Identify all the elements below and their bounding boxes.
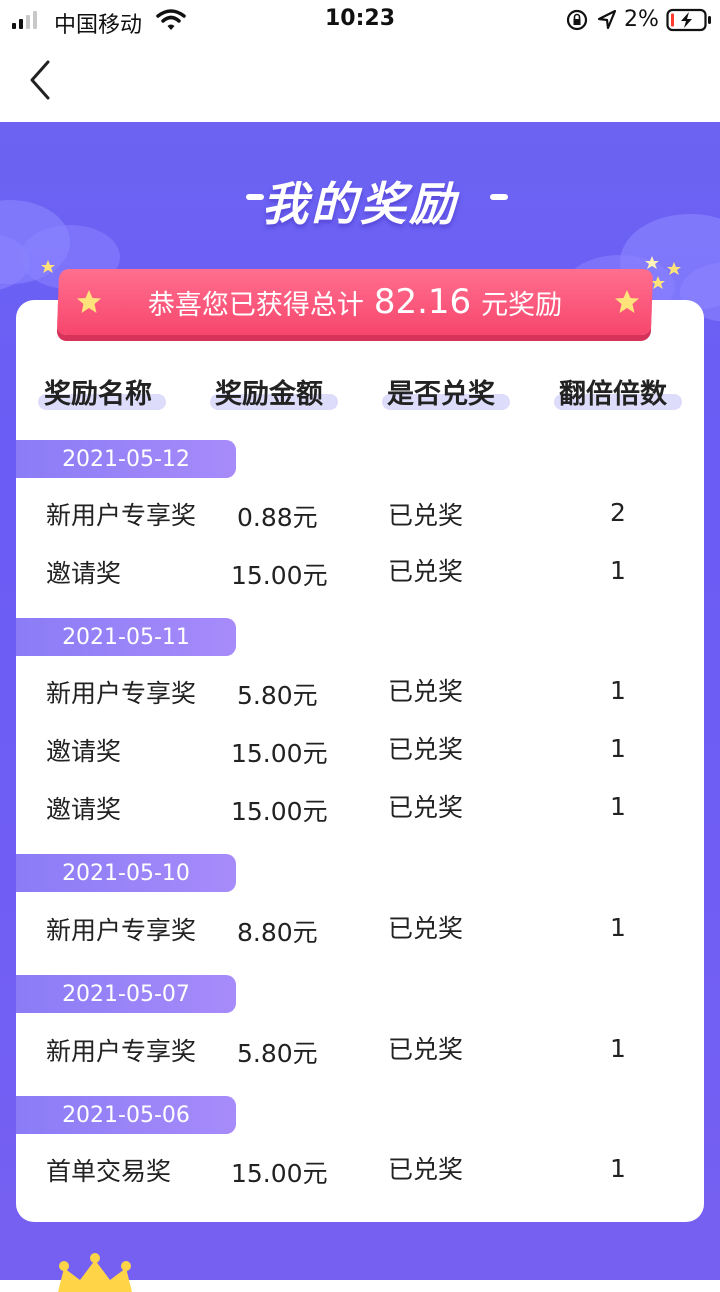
reward-status: 已兑奖 bbox=[388, 914, 464, 943]
reward-amount: 5.80元 bbox=[237, 1039, 318, 1068]
total-reward-text: 恭喜您已获得总计 82.16 元奖励 bbox=[58, 269, 652, 335]
reward-multiplier: 1 bbox=[610, 792, 626, 821]
reward-multiplier: 1 bbox=[610, 676, 626, 705]
battery-percent: 2% bbox=[624, 7, 659, 32]
reward-name: 新用户专享奖 bbox=[46, 501, 197, 530]
reward-amount: 5.80元 bbox=[237, 681, 318, 710]
reward-multiplier: 1 bbox=[610, 913, 626, 942]
reward-amount: 0.88元 bbox=[237, 503, 318, 532]
reward-status: 已兑奖 bbox=[388, 793, 464, 822]
reward-amount: 15.00元 bbox=[231, 739, 328, 768]
reward-multiplier: 1 bbox=[610, 1034, 626, 1063]
date-group-label: 2021-05-10 bbox=[16, 854, 236, 892]
reward-name: 新用户专享奖 bbox=[46, 916, 197, 945]
battery-icon bbox=[666, 8, 711, 32]
title-dash bbox=[490, 194, 508, 200]
total-reward-amount: 82.16 bbox=[373, 282, 472, 322]
reward-amount: 8.80元 bbox=[237, 918, 318, 947]
column-header-redeemed: 是否兑奖 bbox=[387, 379, 495, 410]
reward-status: 已兑奖 bbox=[388, 677, 464, 706]
nav-bar bbox=[0, 40, 720, 122]
reward-name: 邀请奖 bbox=[46, 737, 122, 766]
reward-amount: 15.00元 bbox=[231, 561, 328, 590]
date-group-label: 2021-05-07 bbox=[16, 975, 236, 1013]
reward-name: 新用户专享奖 bbox=[46, 1037, 197, 1066]
banner-prefix: 恭喜您已获得总计 bbox=[147, 289, 364, 321]
reward-multiplier: 1 bbox=[610, 556, 626, 585]
orientation-lock-icon bbox=[566, 9, 588, 31]
column-header-reward-name: 奖励名称 bbox=[44, 379, 152, 410]
reward-status: 已兑奖 bbox=[388, 1035, 464, 1064]
reward-name: 邀请奖 bbox=[46, 559, 122, 588]
reward-name: 新用户专享奖 bbox=[46, 679, 197, 708]
reward-multiplier: 2 bbox=[610, 498, 626, 527]
date-group-label: 2021-05-11 bbox=[16, 618, 236, 656]
reward-name: 邀请奖 bbox=[46, 795, 122, 824]
page-title: 我的奖励 bbox=[262, 177, 458, 231]
date-group-label: 2021-05-06 bbox=[16, 1096, 236, 1134]
reward-multiplier: 1 bbox=[610, 734, 626, 763]
crown-icon bbox=[58, 1253, 132, 1292]
reward-status: 已兑奖 bbox=[388, 501, 464, 530]
date-group-label: 2021-05-12 bbox=[16, 440, 236, 478]
back-button[interactable] bbox=[22, 58, 62, 102]
location-icon bbox=[597, 9, 617, 30]
reward-status: 已兑奖 bbox=[388, 557, 464, 586]
reward-amount: 15.00元 bbox=[231, 1159, 328, 1188]
reward-name: 首单交易奖 bbox=[46, 1157, 172, 1186]
column-header-reward-amount: 奖励金额 bbox=[215, 379, 323, 410]
reward-multiplier: 1 bbox=[610, 1154, 626, 1183]
reward-amount: 15.00元 bbox=[231, 797, 328, 826]
reward-status: 已兑奖 bbox=[388, 735, 464, 764]
status-bar: 中国移动 10:23 2% bbox=[0, 0, 720, 40]
column-header-multiplier: 翻倍倍数 bbox=[559, 379, 667, 410]
reward-status: 已兑奖 bbox=[388, 1155, 464, 1184]
rewards-hero: 我的奖励 恭喜您已获得总计 82.16 元奖励 奖励名称 奖励金额 是否兑奖 翻… bbox=[0, 122, 720, 1280]
banner-suffix: 元奖励 bbox=[481, 289, 563, 321]
